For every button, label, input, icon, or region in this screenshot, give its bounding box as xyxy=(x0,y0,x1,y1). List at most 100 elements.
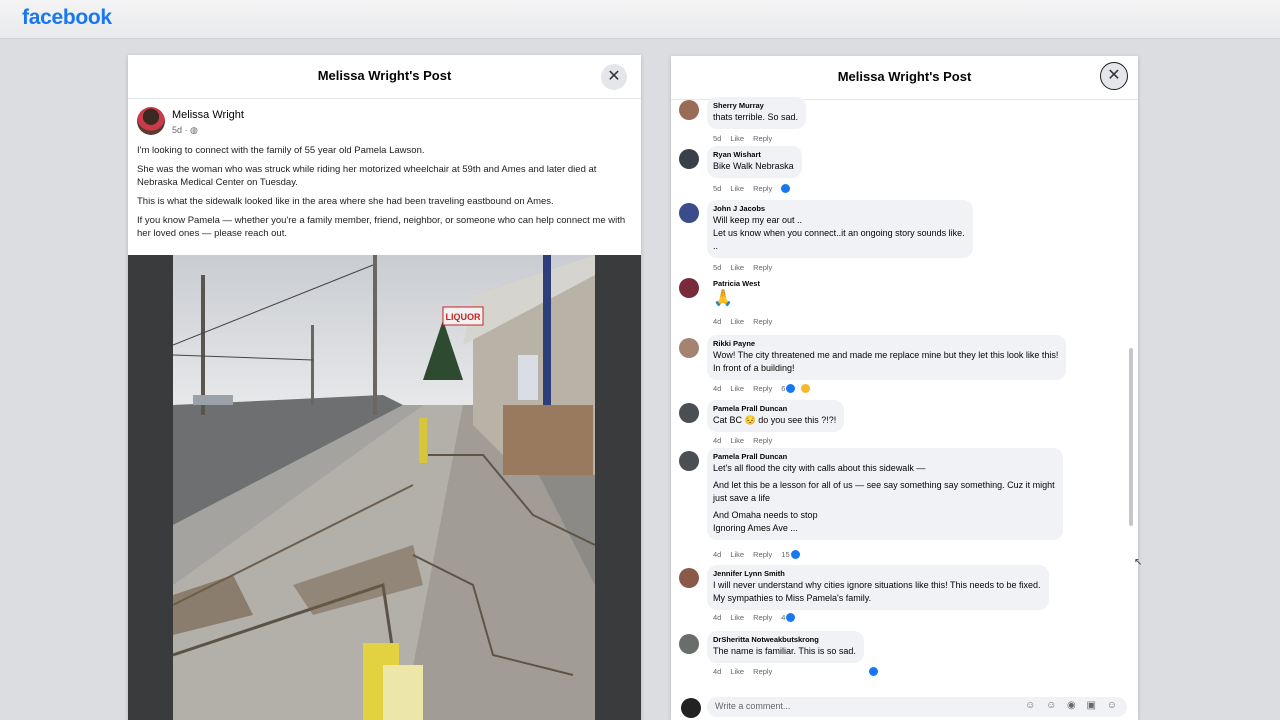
post-photo[interactable]: LIQUOR xyxy=(128,255,641,720)
author-name[interactable]: Melissa Wright xyxy=(172,109,244,121)
comment-time[interactable]: 4d xyxy=(713,613,721,622)
comment-text: And Omaha needs to stop xyxy=(713,510,818,520)
comment-input[interactable]: Write a comment... ☺ ☺ ◉ ▣ ☺ xyxy=(707,697,1127,717)
reply-button[interactable]: Reply xyxy=(753,263,772,272)
avatar[interactable] xyxy=(679,149,699,169)
avatar[interactable] xyxy=(679,568,699,588)
post-body: I'm looking to connect with the family o… xyxy=(137,144,635,246)
reply-button[interactable]: Reply xyxy=(753,550,772,559)
commenter-name[interactable]: Ryan Wishart xyxy=(713,150,794,160)
close-icon[interactable]: ✕ xyxy=(1100,62,1128,90)
commenter-name[interactable]: Pamela Prall Duncan xyxy=(713,404,836,414)
like-button[interactable]: Like xyxy=(730,550,744,559)
avatar[interactable] xyxy=(679,403,699,423)
like-reaction-icon[interactable] xyxy=(790,549,800,559)
comment-placeholder: Write a comment... xyxy=(715,701,791,711)
close-icon[interactable]: ✕ xyxy=(601,64,627,90)
comment-bubble: Sherry Murray thats terrible. So sad. xyxy=(707,97,807,129)
like-button[interactable]: Like xyxy=(730,263,744,272)
comment-bubble: John J Jacobs Will keep my ear out .. Le… xyxy=(707,200,973,258)
comment-text: My sympathies to Miss Pamela's family. xyxy=(713,593,872,603)
comments-list[interactable]: Sherry Murray thats terrible. So sad. 5d… xyxy=(671,96,1138,688)
reaction-count[interactable]: 15 xyxy=(781,550,789,559)
reply-button[interactable]: Reply xyxy=(753,317,772,326)
like-reaction-icon[interactable] xyxy=(869,666,879,676)
reply-button[interactable]: Reply xyxy=(753,184,772,193)
sidewalk-photo: LIQUOR xyxy=(173,255,595,720)
reply-button[interactable]: Reply xyxy=(753,613,772,622)
comments-modal-title: Melissa Wright's Post xyxy=(837,69,972,84)
comments-modal: Melissa Wright's Post ✕ Sherry Murray th… xyxy=(671,56,1138,720)
commenter-name[interactable]: Jennifer Lynn Smith xyxy=(713,569,1041,579)
post-paragraph: I'm looking to connect with the family o… xyxy=(137,145,425,156)
avatar[interactable] xyxy=(679,451,699,471)
comment-text: Let's all flood the city with calls abou… xyxy=(713,463,926,473)
avatar[interactable] xyxy=(679,338,699,358)
comment-bubble: Patricia West 🙏 xyxy=(707,275,768,314)
commenter-name[interactable]: John J Jacobs xyxy=(713,204,965,214)
post-timestamp[interactable]: 5d · ◍ xyxy=(172,125,198,136)
comment-bubble: Ryan Wishart Bike Walk Nebraska xyxy=(707,146,802,178)
post-paragraph: If you know Pamela — whether you're a fa… xyxy=(137,215,626,239)
like-button[interactable]: Like xyxy=(730,667,744,676)
reply-button[interactable]: Reply xyxy=(753,667,772,676)
comment-text: just save a life xyxy=(713,493,771,503)
like-reaction-icon[interactable] xyxy=(781,183,791,193)
comment-time[interactable]: 5d xyxy=(713,263,721,272)
like-button[interactable]: Like xyxy=(730,134,744,143)
comment-bubble: Pamela Prall Duncan Let's all flood the … xyxy=(707,448,1063,540)
comment-time[interactable]: 4d xyxy=(713,667,721,676)
facebook-logo[interactable]: facebook xyxy=(22,6,112,30)
avatar[interactable] xyxy=(679,278,699,298)
avatar[interactable] xyxy=(679,634,699,654)
emoji-icon[interactable]: ☺ ☺ ◉ ▣ ☺ xyxy=(1025,700,1121,711)
wow-reaction-icon[interactable] xyxy=(801,383,811,393)
reaction-count[interactable]: 4 xyxy=(781,613,785,622)
avatar[interactable] xyxy=(681,698,701,718)
reply-button[interactable]: Reply xyxy=(753,384,772,393)
post-modal: Melissa Wright's Post ✕ Melissa Wright 5… xyxy=(128,55,641,720)
comment-time[interactable]: 4d xyxy=(713,384,721,393)
comment-time[interactable]: 5d xyxy=(713,134,721,143)
reaction-count[interactable]: 6 xyxy=(781,384,785,393)
comment-composer: Write a comment... ☺ ☺ ◉ ▣ ☺ xyxy=(671,694,1138,720)
commenter-name[interactable]: Patricia West xyxy=(713,279,760,289)
comment-text: Bike Walk Nebraska xyxy=(713,161,794,171)
avatar[interactable] xyxy=(679,100,699,120)
comment-time[interactable]: 5d xyxy=(713,184,721,193)
comment-text: Let us know when you connect..it an ongo… xyxy=(713,228,965,238)
comment-text: In front of a building! xyxy=(713,363,795,373)
comment-text: Will keep my ear out .. xyxy=(713,215,803,225)
comment-text: thats terrible. So sad. xyxy=(713,112,799,122)
post-paragraph: She was the woman who was struck while r… xyxy=(137,164,597,188)
liquor-sign-text: LIQUOR xyxy=(446,312,481,322)
like-button[interactable]: Like xyxy=(730,384,744,393)
like-reaction-icon[interactable] xyxy=(786,612,796,622)
commenter-name[interactable]: Pamela Prall Duncan xyxy=(713,452,1055,462)
reply-button[interactable]: Reply xyxy=(753,134,772,143)
post-modal-title: Melissa Wright's Post xyxy=(317,68,452,83)
like-button[interactable]: Like xyxy=(730,436,744,445)
avatar[interactable] xyxy=(137,107,165,135)
avatar[interactable] xyxy=(679,203,699,223)
comment-time[interactable]: 4d xyxy=(713,317,721,326)
comment-text: .. xyxy=(713,241,719,251)
comment-text: Ignoring Ames Ave ... xyxy=(713,523,798,533)
reply-button[interactable]: Reply xyxy=(753,436,772,445)
post-modal-header: Melissa Wright's Post ✕ xyxy=(128,55,641,99)
comment-actions: 4d Like Reply xyxy=(713,666,887,677)
commenter-name[interactable]: DrSheritta Notweakbutskrong xyxy=(713,635,856,645)
comment-text: Cat BC 😔 do you see this ?!?! xyxy=(713,415,837,425)
scrollbar[interactable] xyxy=(1129,348,1133,526)
like-reaction-icon[interactable] xyxy=(786,383,796,393)
comment-bubble: Rikki Payne Wow! The city threatened me … xyxy=(707,335,1067,380)
comment-time[interactable]: 4d xyxy=(713,436,721,445)
comment-time[interactable]: 4d xyxy=(713,550,721,559)
commenter-name[interactable]: Sherry Murray xyxy=(713,101,798,111)
comment-bubble: Jennifer Lynn Smith I will never underst… xyxy=(707,565,1049,610)
like-button[interactable]: Like xyxy=(730,184,744,193)
commenter-name[interactable]: Rikki Payne xyxy=(713,339,1058,349)
comment-text: Wow! The city threatened me and made me … xyxy=(713,350,1059,360)
like-button[interactable]: Like xyxy=(730,317,744,326)
like-button[interactable]: Like xyxy=(730,613,744,622)
